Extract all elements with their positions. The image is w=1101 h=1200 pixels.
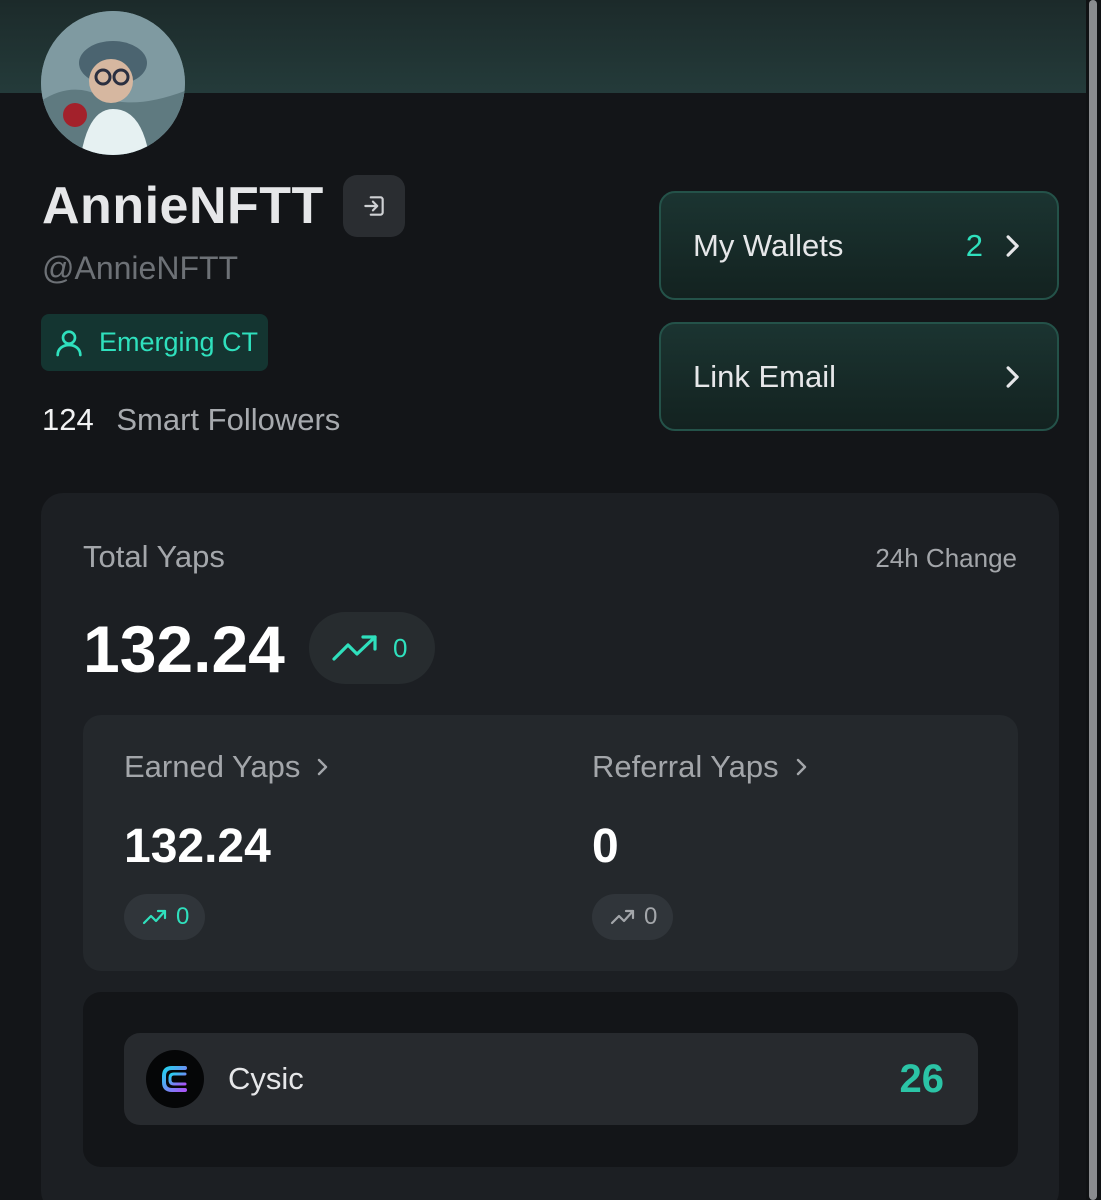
chevron-right-icon [796,758,806,776]
total-yaps-change: 0 [309,612,435,684]
trending-up-icon [610,909,635,925]
scrollbar[interactable] [1086,0,1101,1200]
badge-label: Emerging CT [99,327,259,357]
logout-button[interactable] [343,175,405,237]
chevron-right-icon [318,758,328,776]
project-name: Cysic [228,1061,304,1096]
change-24h-label: 24h Change [875,543,1017,573]
referral-yaps-change: 0 [592,894,674,940]
earned-yaps-change: 0 [124,894,206,940]
referral-yaps-value: 0 [592,820,619,873]
user-handle: @AnnieNFTT [42,250,239,286]
smart-followers-count: 124 [42,402,94,437]
user-icon [56,329,82,356]
my-wallets-button[interactable]: My Wallets 2 [659,191,1059,300]
total-change-value: 0 [393,632,408,663]
avatar-image [41,11,185,155]
display-name: AnnieNFTT [42,177,324,235]
avatar [41,11,185,155]
trending-up-icon [332,635,377,661]
total-yaps-label: Total Yaps [83,539,225,574]
smart-followers: 124 Smart Followers [42,402,340,438]
earned-yaps-label: Earned Yaps [124,749,301,784]
earned-yaps-value: 132.24 [124,820,271,873]
yaps-panel: Total Yaps 24h Change 132.24 0 Earned Ya… [41,493,1059,1200]
projects-panel: Cysic 26 [83,992,1018,1167]
smart-followers-label: Smart Followers [116,402,341,437]
project-score: 26 [899,1056,945,1101]
referral-yaps-link[interactable]: Referral Yaps [592,749,807,785]
link-email-label: Link Email [693,358,836,394]
earned-yaps-link[interactable]: Earned Yaps [124,749,328,785]
project-row[interactable]: Cysic 26 [124,1033,978,1125]
wallets-count: 2 [965,227,983,263]
yaps-breakdown: Earned Yaps 132.24 0 Referral Yaps 0 0 [83,715,1018,971]
referral-yaps-label: Referral Yaps [592,749,779,784]
earned-change-value: 0 [176,903,190,930]
logout-icon [364,196,384,216]
scrollbar-thumb[interactable] [1089,0,1097,1200]
trending-up-icon [142,909,167,925]
referral-change-value: 0 [644,903,658,930]
chevron-right-icon [1006,365,1019,388]
my-wallets-label: My Wallets [693,227,844,263]
chevron-right-icon [1006,234,1019,257]
cysic-logo-icon [146,1050,204,1108]
total-yaps-value: 132.24 [83,612,285,686]
link-email-button[interactable]: Link Email [659,322,1059,431]
status-badge: Emerging CT [41,314,268,371]
